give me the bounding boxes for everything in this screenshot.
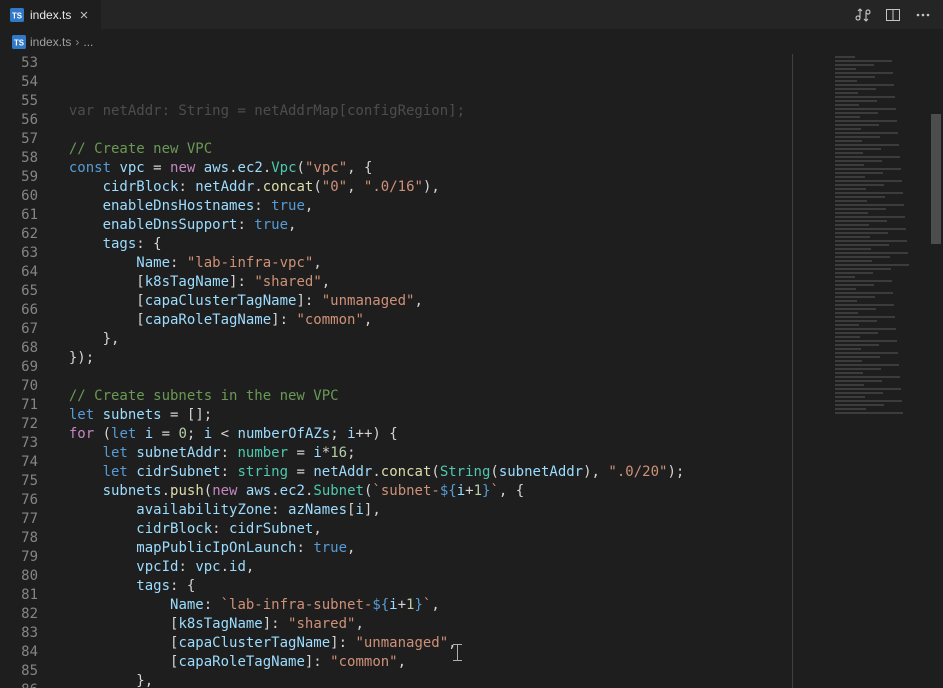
code-line[interactable]: let subnetAddr: number = i*16; [52, 444, 943, 463]
text-cursor [457, 644, 458, 661]
code-line[interactable]: [capaRoleTagName]: "common", [52, 311, 943, 330]
line-number-gutter: 5354555657585960616263646566676869707172… [0, 54, 52, 688]
more-actions-icon[interactable] [915, 7, 931, 23]
editor[interactable]: 5354555657585960616263646566676869707172… [0, 54, 943, 688]
split-editor-icon[interactable] [885, 7, 901, 23]
line-number: 85 [0, 662, 38, 681]
line-number: 68 [0, 339, 38, 358]
code-line[interactable]: cidrBlock: cidrSubnet, [52, 520, 943, 539]
code-line[interactable]: [capaClusterTagName]: "unmanaged", [52, 634, 943, 653]
compare-changes-icon[interactable] [855, 7, 871, 23]
line-number: 69 [0, 358, 38, 377]
line-number: 54 [0, 73, 38, 92]
line-number: 57 [0, 130, 38, 149]
code-area[interactable]: var netAddr: String = netAddrMap[configR… [52, 54, 943, 688]
code-line[interactable] [52, 368, 943, 387]
line-number: 82 [0, 605, 38, 624]
line-number: 55 [0, 92, 38, 111]
line-number: 64 [0, 263, 38, 282]
line-number: 71 [0, 396, 38, 415]
code-line[interactable]: }, [52, 672, 943, 688]
code-line[interactable]: [k8sTagName]: "shared", [52, 273, 943, 292]
svg-text:TS: TS [14, 39, 24, 48]
code-line[interactable]: Name: `lab-infra-subnet-${i+1}`, [52, 596, 943, 615]
close-icon[interactable] [77, 8, 91, 22]
breadcrumb-file[interactable]: index.ts [30, 35, 71, 49]
chevron-right-icon: › [75, 35, 79, 49]
code-line[interactable]: }); [52, 349, 943, 368]
line-number: 65 [0, 282, 38, 301]
editor-actions [855, 7, 943, 23]
line-number: 59 [0, 168, 38, 187]
line-number: 61 [0, 206, 38, 225]
line-number: 60 [0, 187, 38, 206]
code-line[interactable]: let cidrSubnet: string = netAddr.concat(… [52, 463, 943, 482]
code-line[interactable]: [capaRoleTagName]: "common", [52, 653, 943, 672]
line-number: 83 [0, 624, 38, 643]
line-number: 77 [0, 510, 38, 529]
line-number: 86 [0, 681, 38, 688]
code-line[interactable]: enableDnsHostnames: true, [52, 197, 943, 216]
line-number: 79 [0, 548, 38, 567]
line-number: 80 [0, 567, 38, 586]
svg-text:TS: TS [12, 11, 22, 20]
line-number: 56 [0, 111, 38, 130]
code-line[interactable]: tags: { [52, 577, 943, 596]
line-number: 70 [0, 377, 38, 396]
vertical-scrollbar[interactable] [929, 54, 943, 688]
code-line[interactable]: // Create subnets in the new VPC [52, 387, 943, 406]
tab-bar: TS index.ts [0, 0, 943, 30]
line-number: 81 [0, 586, 38, 605]
code-line[interactable]: cidrBlock: netAddr.concat("0", ".0/16"), [52, 178, 943, 197]
line-number: 62 [0, 225, 38, 244]
code-line[interactable]: // Create new VPC [52, 140, 943, 159]
code-line[interactable]: vpcId: vpc.id, [52, 558, 943, 577]
tab-group: TS index.ts [0, 0, 102, 29]
line-number: 58 [0, 149, 38, 168]
line-number: 63 [0, 244, 38, 263]
code-line[interactable]: [capaClusterTagName]: "unmanaged", [52, 292, 943, 311]
typescript-file-icon: TS [12, 35, 26, 49]
tab-index-ts[interactable]: TS index.ts [0, 0, 102, 29]
line-number: 53 [0, 54, 38, 73]
code-line[interactable]: let subnets = []; [52, 406, 943, 425]
code-line[interactable]: Name: "lab-infra-vpc", [52, 254, 943, 273]
code-line[interactable] [52, 121, 943, 140]
tab-label: index.ts [30, 8, 71, 22]
breadcrumb-rest[interactable]: ... [83, 35, 93, 49]
line-number: 78 [0, 529, 38, 548]
line-number: 76 [0, 491, 38, 510]
code-line[interactable]: for (let i = 0; i < numberOfAZs; i++) { [52, 425, 943, 444]
breadcrumb[interactable]: TS index.ts › ... [0, 30, 943, 54]
code-line[interactable]: tags: { [52, 235, 943, 254]
code-line[interactable]: enableDnsSupport: true, [52, 216, 943, 235]
code-line[interactable]: subnets.push(new aws.ec2.Subnet(`subnet-… [52, 482, 943, 501]
ruler [792, 54, 793, 688]
code-line[interactable]: mapPublicIpOnLaunch: true, [52, 539, 943, 558]
code-line[interactable]: var netAddr: String = netAddrMap[configR… [52, 102, 943, 121]
line-number: 66 [0, 301, 38, 320]
code-line[interactable]: }, [52, 330, 943, 349]
line-number: 75 [0, 472, 38, 491]
line-number: 67 [0, 320, 38, 339]
minimap[interactable] [829, 54, 929, 688]
scrollbar-thumb[interactable] [931, 114, 941, 244]
line-number: 72 [0, 415, 38, 434]
typescript-file-icon: TS [10, 8, 24, 22]
code-line[interactable]: availabilityZone: azNames[i], [52, 501, 943, 520]
line-number: 74 [0, 453, 38, 472]
code-line[interactable]: [k8sTagName]: "shared", [52, 615, 943, 634]
line-number: 84 [0, 643, 38, 662]
code-line[interactable]: const vpc = new aws.ec2.Vpc("vpc", { [52, 159, 943, 178]
line-number: 73 [0, 434, 38, 453]
